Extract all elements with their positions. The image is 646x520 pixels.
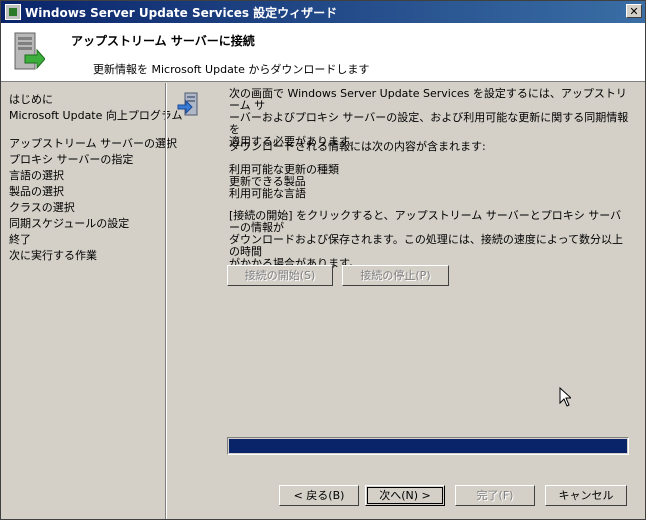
step-item: クラスの選択 xyxy=(9,201,75,214)
note-line: [接続の開始] をクリックすると、アップストリーム サーバーとプロキシ サーバー… xyxy=(229,209,622,234)
note-text: [接続の開始] をクリックすると、アップストリーム サーバーとプロキシ サーバー… xyxy=(229,210,629,270)
close-button[interactable]: ✕ xyxy=(626,4,642,18)
step-item: 言語の選択 xyxy=(9,169,64,182)
step-item: 同期スケジュールの設定 xyxy=(9,217,130,230)
stop-connection-button[interactable]: 接続の停止(P) xyxy=(342,265,449,286)
divider xyxy=(165,83,167,519)
next-button[interactable]: 次へ(N) > xyxy=(365,485,445,506)
download-intro: ダウンロードされる情報には次の内容が含まれます: xyxy=(229,140,486,153)
app-icon xyxy=(5,4,21,20)
wizard-header: アップストリーム サーバーに接続 更新情報を Microsoft Update … xyxy=(1,23,645,82)
wizard-window: Windows Server Update Services 設定ウィザード ✕… xyxy=(0,0,646,520)
cancel-button[interactable]: キャンセル xyxy=(545,485,627,506)
download-item: 利用可能な言語 xyxy=(229,187,306,200)
back-button[interactable]: < 戻る(B) xyxy=(279,485,359,506)
page-subtitle: 更新情報を Microsoft Update からダウンロードします xyxy=(93,63,370,76)
step-item: Microsoft Update 向上プログラム xyxy=(9,109,183,122)
step-item: プロキシ サーバーの指定 xyxy=(9,153,134,166)
title-bar[interactable]: Windows Server Update Services 設定ウィザード ✕ xyxy=(1,1,645,23)
step-item: 終了 xyxy=(9,233,31,246)
step-item: 次に実行する作業 xyxy=(9,249,97,262)
connect-icon xyxy=(177,92,198,116)
step-item: アップストリーム サーバーの選択 xyxy=(9,137,178,150)
intro-text: 次の画面で Windows Server Update Services を設定… xyxy=(229,88,629,148)
step-item: はじめに xyxy=(9,93,53,106)
intro-line: ーバーおよびプロキシ サーバーの設定、および利用可能な更新に関する同期情報を xyxy=(229,111,629,136)
step-item: 製品の選択 xyxy=(9,185,64,198)
download-list: 利用可能な更新の種類 更新できる製品 利用可能な言語 xyxy=(229,164,629,200)
page-title: アップストリーム サーバーに接続 xyxy=(71,34,255,48)
intro-line: 次の画面で Windows Server Update Services を設定… xyxy=(229,87,627,112)
mouse-cursor-icon xyxy=(559,387,571,407)
wizard-steps: はじめに Microsoft Update 向上プログラム アップストリーム サ… xyxy=(1,85,183,519)
progress-fill xyxy=(229,439,627,453)
finish-button[interactable]: 完了(F) xyxy=(455,485,535,506)
start-connection-button[interactable]: 接続の開始(S) xyxy=(227,265,333,286)
progress-bar xyxy=(227,437,629,455)
server-computer-icon xyxy=(14,32,45,70)
window-title: Windows Server Update Services 設定ウィザード xyxy=(25,6,338,20)
note-line: ダウンロードおよび保存されます。この処理には、接続の速度によって数分以上の時間 xyxy=(229,233,624,258)
